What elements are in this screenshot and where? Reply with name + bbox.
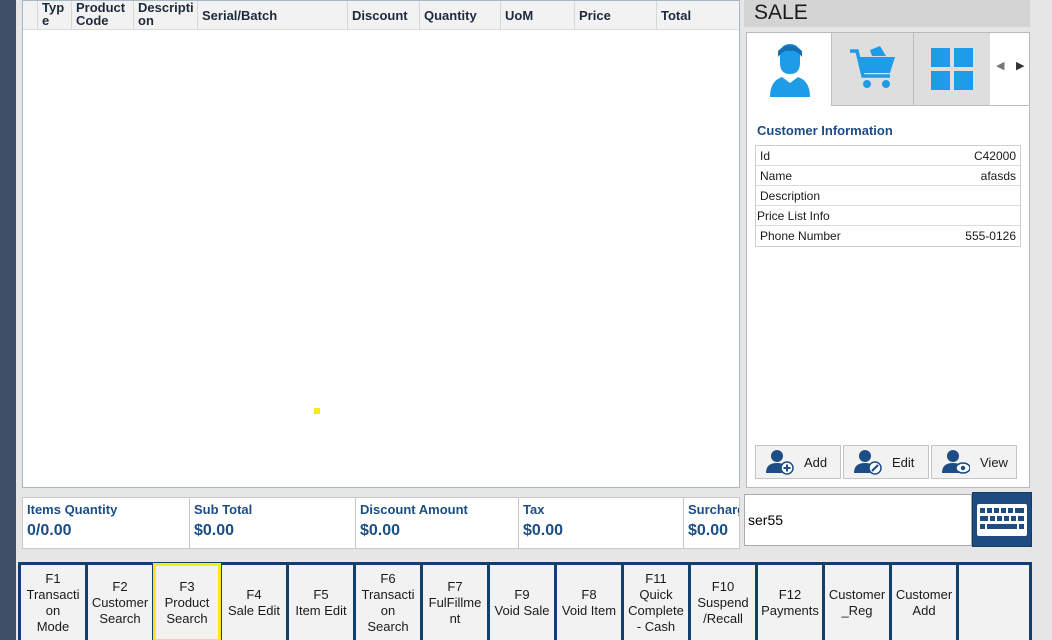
tab-scroll-right-icon[interactable]: ▶ — [1016, 59, 1024, 72]
add-user-icon — [766, 450, 794, 475]
scan-input[interactable] — [744, 494, 972, 546]
customer-info-title: Customer Information — [757, 123, 893, 138]
sale-items-grid[interactable]: Typ e Product Code Descripti on Serial/B… — [22, 0, 740, 488]
f6-transaction-search-button[interactable]: F6 Transacti on Search — [356, 565, 420, 640]
grid-header: Typ e Product Code Descripti on Serial/B… — [23, 1, 739, 30]
total-surcharge: Surcharge $0.00 — [683, 498, 739, 548]
window-right-frame — [1032, 0, 1052, 640]
info-key: Phone Number — [760, 229, 841, 243]
total-label: Items Quantity — [27, 502, 118, 517]
edit-label: Edit — [892, 454, 915, 470]
keyboard-button[interactable] — [972, 492, 1032, 547]
info-key: Id — [760, 149, 771, 163]
f8-void-item-button[interactable]: F8 Void Item — [557, 565, 621, 640]
add-label: Add — [804, 454, 828, 470]
f11-quick-complete-cash-button[interactable]: F11 Quick Complete - Cash — [624, 565, 688, 640]
shopping-cart-icon — [849, 46, 895, 88]
total-tax: Tax $0.00 — [518, 498, 683, 548]
total-label: Discount Amount — [360, 502, 468, 517]
customer-add-button[interactable]: Customer Add — [892, 565, 956, 640]
customer-info-row: Id C42000 — [756, 146, 1020, 166]
total-label: Surcharge — [688, 502, 739, 517]
total-items-quantity: Items Quantity 0/0.00 — [23, 498, 189, 548]
info-key: Description — [760, 189, 821, 203]
function-key-bar: F1 Transacti on Mode F2 Customer Search … — [18, 562, 1032, 640]
totals-bar: Items Quantity 0/0.00 Sub Total $0.00 Di… — [22, 497, 740, 549]
column-serial-batch[interactable]: Serial/Batch — [197, 1, 347, 29]
customer-icon — [769, 43, 810, 97]
info-key: Name — [760, 169, 793, 183]
f12-payments-button[interactable]: F12 Payments — [758, 565, 822, 640]
customer-info-row: Price List Info — [756, 206, 1020, 226]
tab-customer[interactable] — [748, 33, 832, 106]
sale-title: SALE — [744, 0, 1030, 27]
column-total[interactable]: Total — [656, 1, 739, 29]
total-value: $0.00 — [688, 522, 729, 539]
grid-icon — [931, 48, 973, 90]
window-left-frame — [0, 0, 16, 640]
customer-reg-button[interactable]: Customer _Reg — [825, 565, 889, 640]
customer-info-table: Id C42000 Name afasds Description Price … — [755, 145, 1021, 247]
column-type[interactable]: Typ e — [37, 1, 71, 29]
f10-suspend-recall-button[interactable]: F10 Suspend /Recall — [691, 565, 755, 640]
info-value: afasds — [980, 169, 1016, 183]
keyboard-icon — [977, 503, 1027, 536]
column-description[interactable]: Descripti on — [133, 1, 197, 29]
edit-customer-button[interactable]: Edit — [843, 445, 929, 479]
info-key: Price List Info — [757, 209, 830, 223]
column-price[interactable]: Price — [574, 1, 656, 29]
total-value: 0/0.00 — [27, 522, 72, 539]
tab-grid[interactable] — [914, 33, 990, 105]
tab-scroll-left-icon[interactable]: ◀ — [996, 59, 1004, 72]
f7-fulfillment-button[interactable]: F7 FulFillme nt — [423, 565, 487, 640]
customer-info-row: Phone Number 555-0126 — [756, 226, 1020, 246]
view-label: View — [980, 454, 1008, 470]
info-value: 555-0126 — [965, 229, 1016, 243]
f1-transaction-mode-button[interactable]: F1 Transacti on Mode — [21, 565, 85, 640]
total-discount-amount: Discount Amount $0.00 — [355, 498, 518, 548]
add-customer-button[interactable]: Add — [755, 445, 841, 479]
f3-product-search-button[interactable]: F3 Product Search — [153, 563, 221, 640]
total-label: Tax — [523, 502, 545, 517]
focus-marker — [314, 408, 320, 414]
column-product-code[interactable]: Product Code — [71, 1, 133, 29]
total-value: $0.00 — [360, 522, 401, 539]
tab-cart[interactable] — [832, 33, 914, 105]
customer-info-row: Description — [756, 186, 1020, 206]
info-value: C42000 — [973, 149, 1016, 163]
view-customer-button[interactable]: View — [931, 445, 1017, 479]
total-value: $0.00 — [523, 522, 564, 539]
column-quantity[interactable]: Quantity — [419, 1, 500, 29]
tab-divider — [832, 105, 1030, 106]
column-uom[interactable]: UoM — [500, 1, 574, 29]
f5-item-edit-button[interactable]: F5 Item Edit — [289, 565, 353, 640]
total-value: $0.00 — [194, 522, 235, 539]
customer-info-row: Name afasds — [756, 166, 1020, 186]
f9-void-sale-button[interactable]: F9 Void Sale — [490, 565, 554, 640]
total-label: Sub Total — [194, 502, 253, 517]
edit-user-icon — [854, 450, 882, 475]
empty-function-key[interactable] — [959, 565, 1029, 640]
total-sub-total: Sub Total $0.00 — [189, 498, 355, 548]
side-panel: ◀ ▶ Customer Information Id C42000 Name … — [746, 32, 1030, 488]
view-user-icon — [942, 450, 970, 474]
f4-sale-edit-button[interactable]: F4 Sale Edit — [222, 565, 286, 640]
f2-customer-search-button[interactable]: F2 Customer Search — [88, 565, 152, 640]
column-discount[interactable]: Discount — [347, 1, 419, 29]
